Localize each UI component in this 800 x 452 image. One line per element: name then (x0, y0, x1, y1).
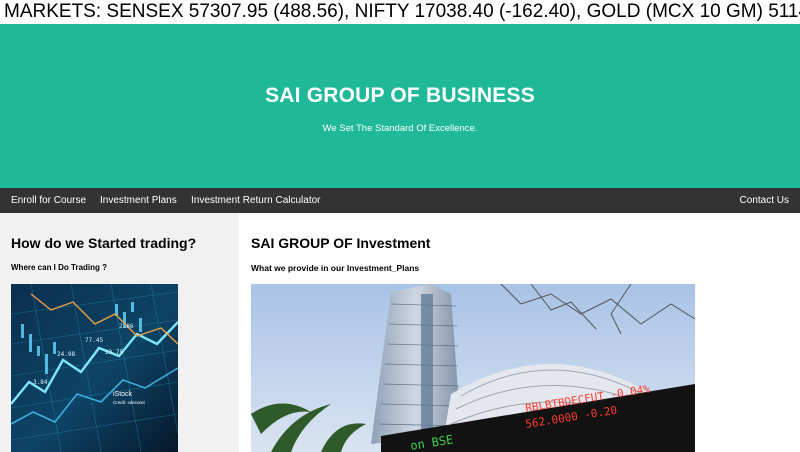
nav-enroll-course[interactable]: Enroll for Course (11, 188, 86, 213)
image-watermark-label: iStock (113, 391, 133, 398)
main-subheading: What we provide in our Investment_Plans (251, 263, 420, 273)
svg-text:77.45: 77.45 (85, 337, 103, 344)
sidebar-heading: How do we Started trading? (11, 235, 197, 251)
site-tagline: We Set The Standard Of Excellence. (322, 123, 478, 134)
bse-building-photo: RBLBTBDECFUT -0.04% 562.0000 -0.20 on BS… (251, 284, 695, 452)
top-navbar: Enroll for Course Investment Plans Inves… (0, 188, 800, 213)
main-content: SAI GROUP OF Investment What we provide … (239, 213, 800, 452)
ticker-text: MARKETS: SENSEX 57307.95 (488.56), NIFTY… (4, 1, 800, 22)
svg-text:3.84: 3.84 (33, 379, 48, 386)
market-ticker: MARKETS: SENSEX 57307.95 (488.56), NIFTY… (0, 0, 800, 24)
image-credit: Credit: sdecoret (113, 400, 146, 405)
stock-chart-graphic: 24.98 77.45 23.75 3.84 2.86 iStock Credi… (11, 284, 178, 452)
sidebar-panel: How do we Started trading? Where can I D… (0, 213, 239, 452)
stock-chart-image: 24.98 77.45 23.75 3.84 2.86 iStock Credi… (11, 284, 178, 452)
main-heading: SAI GROUP OF Investment (251, 235, 431, 251)
hero-banner: SAI GROUP OF BUSINESS We Set The Standar… (0, 24, 800, 188)
svg-text:2.86: 2.86 (119, 323, 134, 330)
sidebar-subheading: Where can I Do Trading ? (11, 263, 108, 272)
svg-text:23.75: 23.75 (105, 349, 123, 356)
site-title: SAI GROUP OF BUSINESS (265, 84, 535, 107)
bse-building-graphic: RBLBTBDECFUT -0.04% 562.0000 -0.20 on BS… (251, 284, 695, 452)
nav-return-calculator[interactable]: Investment Return Calculator (191, 188, 321, 213)
nav-investment-plans[interactable]: Investment Plans (100, 188, 177, 213)
nav-contact-us[interactable]: Contact Us (740, 188, 789, 213)
svg-text:24.98: 24.98 (57, 351, 75, 358)
